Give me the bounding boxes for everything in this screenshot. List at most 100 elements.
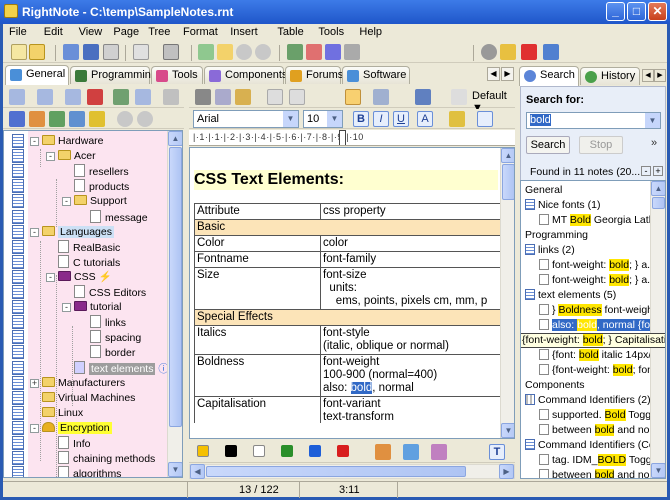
tree-node[interactable]: spacing [90, 330, 141, 345]
search-tabs-right-button[interactable]: ▶ [654, 69, 666, 82]
tree-node[interactable]: CSS Editors [74, 285, 146, 300]
attach-icon[interactable] [69, 111, 85, 127]
collapse-toggle[interactable]: - [62, 197, 71, 207]
result-item[interactable]: Command Identifiers (Consta [521, 438, 658, 453]
add-node-icon[interactable] [9, 89, 25, 105]
options-icon[interactable] [344, 44, 360, 60]
menu-insert[interactable]: Insert [230, 26, 258, 38]
plugins-icon[interactable] [500, 44, 516, 60]
scroll-up-button[interactable]: ▲ [168, 131, 182, 146]
tree-node[interactable]: Linux [42, 406, 83, 421]
tree-node[interactable]: tutorial [74, 300, 122, 315]
expand-toggle[interactable]: + [30, 378, 39, 388]
result-item[interactable]: also: bold, normal {font- [521, 318, 658, 333]
note-icon[interactable] [12, 330, 24, 345]
icon-node-icon[interactable] [49, 111, 65, 127]
result-group[interactable]: Components [521, 378, 658, 393]
tree-node[interactable]: text elements ⓘ [74, 360, 169, 376]
forward-icon[interactable] [255, 44, 271, 60]
expand-icon[interactable] [135, 89, 151, 105]
table-cell[interactable]: font-variant text-transform [320, 396, 500, 423]
bold-node-icon[interactable] [9, 111, 25, 127]
note-icon[interactable] [12, 194, 24, 209]
css-table[interactable]: Attribute css property Basic Color color Font… [194, 203, 500, 423]
note-icon[interactable] [12, 451, 24, 466]
table-cell[interactable]: Capitalisation [194, 396, 322, 423]
tree-node[interactable]: C tutorials [58, 254, 120, 270]
note-icon[interactable] [12, 134, 24, 148]
table-cell[interactable]: font-size units: ems, points, pixels cm,… [320, 267, 500, 310]
print-icon[interactable] [163, 44, 179, 60]
new-note-icon[interactable] [11, 44, 27, 60]
flag-icon[interactable] [521, 44, 537, 60]
font-select[interactable]: Arial ▼ [193, 110, 299, 128]
result-item[interactable]: font-weight: bold; } a. [521, 273, 658, 288]
note-icon[interactable] [12, 164, 24, 179]
table-cell[interactable]: Size [194, 267, 322, 310]
menu-table[interactable]: Table [277, 26, 303, 38]
highlight-color-swatch[interactable] [197, 445, 209, 457]
table-cell[interactable]: color [320, 235, 500, 252]
table-cell[interactable]: font-weight 100-900 (normal=400) also: bol… [320, 354, 500, 397]
tree-node[interactable]: message [90, 209, 148, 225]
table-cell[interactable]: Boldness [194, 354, 322, 397]
tree-node[interactable]: Acer [58, 149, 96, 164]
white-swatch[interactable] [253, 445, 265, 457]
back-icon[interactable] [236, 44, 252, 60]
menu-file[interactable]: File [9, 26, 27, 38]
tab-general[interactable]: General [5, 65, 69, 85]
style-1-icon[interactable] [375, 444, 391, 460]
print-preview-icon[interactable] [103, 44, 119, 60]
style-2-icon[interactable] [403, 444, 419, 460]
tree-forward-icon[interactable] [137, 111, 153, 127]
results-scroll-up-button[interactable]: ▲ [651, 181, 665, 196]
tab-history[interactable]: History [580, 67, 640, 85]
menu-edit[interactable]: Edit [44, 26, 63, 38]
highlight-icon[interactable] [449, 111, 465, 127]
scroll-down-button[interactable]: ▼ [168, 462, 182, 477]
note-icon[interactable] [12, 436, 24, 450]
table-cell[interactable]: Special Effects [194, 309, 500, 326]
tab-software[interactable]: Software [342, 66, 410, 84]
add-child-icon[interactable] [37, 89, 53, 105]
note-icon[interactable] [12, 466, 24, 477]
table-cell[interactable]: font-style (italic, oblique or normal) [320, 325, 500, 355]
result-group[interactable]: General [521, 183, 658, 198]
results-scrollbar[interactable]: ▲ ▼ [650, 181, 665, 478]
tab-tools[interactable]: Tools [151, 66, 203, 84]
menu-help[interactable]: Help [359, 26, 382, 38]
format-icon[interactable] [415, 89, 431, 105]
text-tool-icon[interactable]: T [489, 444, 505, 460]
black-swatch[interactable] [225, 445, 237, 457]
underline-button[interactable]: U [393, 111, 409, 127]
find-replace-icon[interactable] [345, 89, 361, 105]
tree-node[interactable]: Languages [42, 225, 114, 240]
note-icon[interactable] [12, 224, 24, 239]
open-icon[interactable] [29, 44, 45, 60]
edit-icon[interactable] [306, 44, 322, 60]
result-item[interactable]: between bold and nonbo [521, 468, 658, 478]
bold-button[interactable]: B [353, 111, 369, 127]
note-icon[interactable] [12, 209, 24, 224]
italic-button[interactable]: I [373, 111, 389, 127]
red-swatch[interactable] [337, 445, 349, 457]
hscroll-left-button[interactable]: ◀ [190, 464, 205, 479]
tree-back-icon[interactable] [117, 111, 133, 127]
copy-icon[interactable] [215, 89, 231, 105]
table-cell[interactable]: Basic [194, 219, 500, 236]
note-icon[interactable] [12, 420, 24, 435]
maximize-button[interactable]: □ [627, 2, 646, 21]
font-color-button[interactable]: A [417, 111, 433, 127]
tree-node[interactable]: Info [58, 436, 91, 451]
table-cell[interactable]: Italics [194, 325, 322, 355]
tree-scrollbar[interactable]: ▲ ▼ [167, 131, 182, 477]
table-cell[interactable]: Fontname [194, 251, 322, 268]
note-icon[interactable] [12, 345, 24, 360]
result-item[interactable]: {font-weight: bold; font- [521, 363, 658, 378]
note-icon[interactable] [12, 285, 24, 299]
tree-node[interactable]: Support [74, 194, 127, 209]
result-item[interactable]: text elements (5) [521, 288, 658, 303]
sort-icon[interactable] [113, 89, 129, 105]
blue-swatch[interactable] [309, 445, 321, 457]
menu-tree[interactable]: Tree [148, 26, 170, 38]
